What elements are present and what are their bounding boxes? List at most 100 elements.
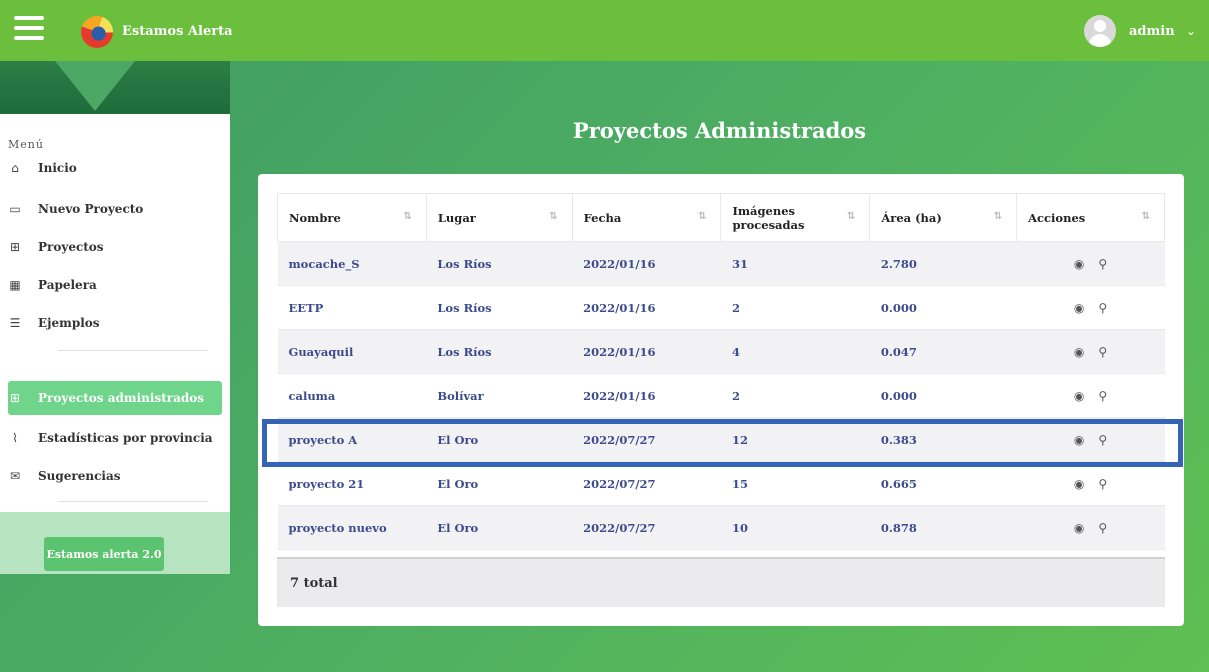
sidebar-divider bbox=[58, 350, 208, 351]
estamos-alerta-2-button[interactable]: Estamos alerta 2.0 bbox=[44, 537, 164, 571]
sidebar-item-proyectos[interactable]: ⊞ Proyectos bbox=[0, 232, 230, 262]
column-header-fecha[interactable]: Fecha ⇅ bbox=[571, 193, 722, 242]
sort-icon[interactable]: ⇅ bbox=[549, 211, 557, 222]
cell-lugar: El Oro bbox=[426, 505, 573, 550]
cell-acciones: ◉ ⚲ bbox=[1016, 461, 1165, 506]
sidebar-divider bbox=[58, 501, 208, 502]
cell-lugar: Los Ríos bbox=[426, 329, 573, 374]
cell-lugar: Los Ríos bbox=[426, 241, 573, 286]
trash-grid-icon: ▦ bbox=[9, 278, 21, 292]
pin-icon[interactable]: ⚲ bbox=[1098, 345, 1107, 359]
cell-area: 2.780 bbox=[869, 241, 1017, 286]
cell-nombre[interactable]: EETP bbox=[277, 285, 427, 330]
sort-icon[interactable]: ⇅ bbox=[1142, 211, 1150, 222]
app-logo bbox=[81, 16, 113, 48]
pin-icon[interactable]: ⚲ bbox=[1098, 477, 1107, 491]
sort-icon[interactable]: ⇅ bbox=[847, 211, 855, 222]
cell-imagenes: 10 bbox=[720, 505, 870, 550]
cell-nombre[interactable]: mocache_S bbox=[277, 241, 427, 286]
cell-lugar: El Oro bbox=[426, 461, 573, 506]
cell-acciones: ◉ ⚲ bbox=[1016, 373, 1165, 418]
cell-imagenes: 31 bbox=[720, 241, 870, 286]
cell-area: 0.878 bbox=[869, 505, 1017, 550]
sidebar-item-papelera[interactable]: ▦ Papelera bbox=[0, 270, 230, 300]
view-eye-icon[interactable]: ◉ bbox=[1074, 477, 1084, 491]
sidebar-item-label: Sugerencias bbox=[38, 469, 121, 483]
page-title: Proyectos Administrados bbox=[572, 118, 867, 143]
cell-acciones: ◉ ⚲ bbox=[1016, 505, 1165, 550]
cell-acciones: ◉ ⚲ bbox=[1016, 285, 1165, 330]
cell-acciones: ◉ ⚲ bbox=[1016, 329, 1165, 374]
sidebar-item-proyectos-administrados[interactable]: ⊞ Proyectos administrados bbox=[8, 381, 222, 415]
table-row-highlighted: proyecto A El Oro 2022/07/27 12 0.383 ◉ ⚲ bbox=[277, 417, 1165, 462]
sidebar-banner bbox=[0, 61, 230, 114]
cell-nombre[interactable]: Guayaquil bbox=[277, 329, 427, 374]
grid-icon: ⊞ bbox=[9, 391, 21, 405]
cell-nombre[interactable]: caluma bbox=[277, 373, 427, 418]
view-eye-icon[interactable]: ◉ bbox=[1074, 345, 1084, 359]
cell-nombre[interactable]: proyecto 21 bbox=[277, 461, 427, 506]
new-project-icon: ▭ bbox=[9, 202, 21, 216]
cell-area: 0.383 bbox=[869, 417, 1017, 462]
cell-fecha: 2022/01/16 bbox=[572, 329, 721, 374]
column-header-nombre[interactable]: Nombre ⇅ bbox=[277, 193, 427, 242]
cell-area: 0.000 bbox=[869, 373, 1017, 418]
pin-icon[interactable]: ⚲ bbox=[1098, 521, 1107, 535]
app-title: Estamos Alerta bbox=[122, 24, 233, 39]
cell-area: 0.000 bbox=[869, 285, 1017, 330]
list-icon: ☰ bbox=[9, 316, 21, 330]
user-avatar-icon[interactable] bbox=[1084, 15, 1116, 47]
column-header-lugar[interactable]: Lugar ⇅ bbox=[425, 193, 573, 242]
cell-area: 0.047 bbox=[869, 329, 1017, 374]
user-name[interactable]: admin bbox=[1129, 24, 1175, 39]
table-row: proyecto nuevo El Oro 2022/07/27 10 0.87… bbox=[277, 505, 1165, 550]
cell-fecha: 2022/01/16 bbox=[572, 373, 721, 418]
sidebar-item-label: Proyectos administrados bbox=[38, 391, 204, 405]
sidebar-item-label: Papelera bbox=[38, 278, 97, 292]
column-header-acciones[interactable]: Acciones ⇅ bbox=[1016, 193, 1165, 242]
pin-icon[interactable]: ⚲ bbox=[1098, 433, 1107, 447]
pin-icon[interactable]: ⚲ bbox=[1098, 257, 1107, 271]
table-row: mocache_S Los Ríos 2022/01/16 31 2.780 ◉… bbox=[277, 241, 1165, 286]
chevron-down-icon[interactable]: ⌄ bbox=[1186, 24, 1196, 38]
sidebar-item-label: Nuevo Proyecto bbox=[38, 202, 144, 216]
total-count: 7 total bbox=[290, 576, 338, 591]
view-eye-icon[interactable]: ◉ bbox=[1074, 433, 1084, 447]
mail-icon: ✉ bbox=[9, 469, 21, 483]
view-eye-icon[interactable]: ◉ bbox=[1074, 257, 1084, 271]
cell-fecha: 2022/07/27 bbox=[572, 505, 721, 550]
sidebar-item-estadisticas[interactable]: ⌇ Estadísticas por provincia bbox=[0, 423, 230, 453]
cell-nombre[interactable]: proyecto nuevo bbox=[277, 505, 427, 550]
sidebar-item-label: Inicio bbox=[38, 161, 77, 175]
sidebar-item-nuevo-proyecto[interactable]: ▭ Nuevo Proyecto bbox=[0, 194, 230, 224]
cell-imagenes: 12 bbox=[720, 417, 870, 462]
cell-lugar: Los Ríos bbox=[426, 285, 573, 330]
sort-icon[interactable]: ⇅ bbox=[698, 211, 706, 222]
sidebar-item-inicio[interactable]: ⌂ Inicio bbox=[0, 153, 230, 183]
cell-acciones: ◉ ⚲ bbox=[1016, 241, 1165, 286]
cell-imagenes: 2 bbox=[720, 285, 870, 330]
view-eye-icon[interactable]: ◉ bbox=[1074, 389, 1084, 403]
table-row: proyecto 21 El Oro 2022/07/27 15 0.665 ◉… bbox=[277, 461, 1165, 506]
table-row: Guayaquil Los Ríos 2022/01/16 4 0.047 ◉ ⚲ bbox=[277, 329, 1165, 374]
sort-icon[interactable]: ⇅ bbox=[403, 211, 411, 222]
cell-nombre[interactable]: proyecto A bbox=[277, 417, 427, 462]
column-header-imagenes[interactable]: Imágenes procesadas ⇅ bbox=[720, 193, 871, 242]
sidebar-item-sugerencias[interactable]: ✉ Sugerencias bbox=[0, 461, 230, 491]
column-header-area[interactable]: Área (ha) ⇅ bbox=[869, 193, 1018, 242]
sidebar-item-ejemplos[interactable]: ☰ Ejemplos bbox=[0, 308, 230, 338]
menu-toggle-icon[interactable] bbox=[14, 16, 44, 40]
cell-fecha: 2022/07/27 bbox=[572, 461, 721, 506]
pin-icon[interactable]: ⚲ bbox=[1098, 301, 1107, 315]
sort-icon[interactable]: ⇅ bbox=[994, 211, 1002, 222]
view-eye-icon[interactable]: ◉ bbox=[1074, 301, 1084, 315]
sidebar-item-label: Estadísticas por provincia bbox=[38, 431, 213, 445]
cell-lugar: Bolívar bbox=[426, 373, 573, 418]
chart-line-icon: ⌇ bbox=[12, 431, 18, 445]
pin-icon[interactable]: ⚲ bbox=[1098, 389, 1107, 403]
table-footer: 7 total bbox=[277, 557, 1165, 607]
view-eye-icon[interactable]: ◉ bbox=[1074, 521, 1084, 535]
cell-imagenes: 4 bbox=[720, 329, 870, 374]
cell-area: 0.665 bbox=[869, 461, 1017, 506]
cell-imagenes: 15 bbox=[720, 461, 870, 506]
